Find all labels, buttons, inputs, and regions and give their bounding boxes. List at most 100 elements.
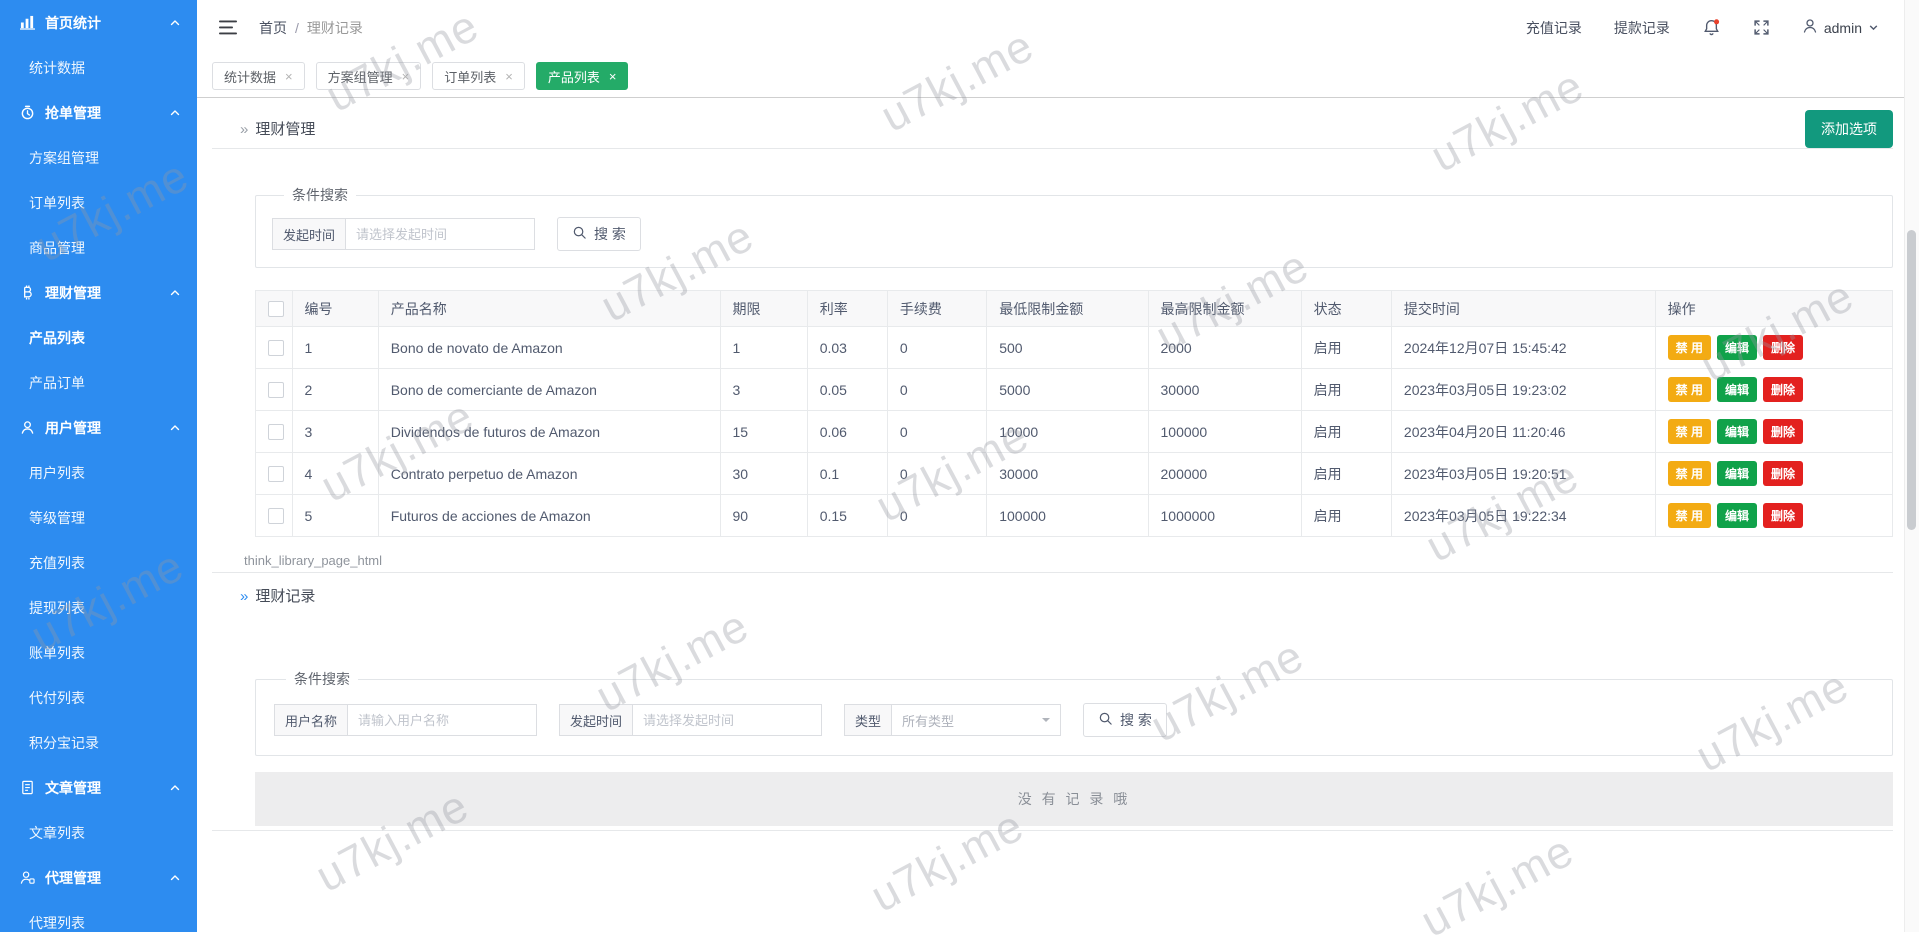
user-name-input[interactable] xyxy=(348,704,537,736)
sidebar-group-finance[interactable]: 理财管理 xyxy=(0,270,197,315)
column-header: 产品名称 xyxy=(378,291,720,327)
sidebar-group-label: 抢单管理 xyxy=(45,103,101,123)
username: admin xyxy=(1824,20,1862,36)
sidebar-item[interactable]: 充值列表 xyxy=(0,540,197,585)
delete-button[interactable]: 删除 xyxy=(1763,335,1803,360)
row-select-cell xyxy=(256,495,293,537)
disable-button[interactable]: 禁 用 xyxy=(1668,377,1711,402)
start-time-input[interactable] xyxy=(633,704,822,736)
column-header: 操作 xyxy=(1655,291,1892,327)
start-time-field: 发起时间 xyxy=(559,704,822,736)
search-button[interactable]: 搜 索 xyxy=(557,217,641,251)
disable-button[interactable]: 禁 用 xyxy=(1668,335,1711,360)
tab-label: 方案组管理 xyxy=(328,67,393,86)
close-icon[interactable]: × xyxy=(285,69,293,84)
sidebar-item[interactable]: 文章列表 xyxy=(0,810,197,855)
double-chevron-icon: » xyxy=(240,588,248,605)
main-area: 首页/理财记录 充值记录 提款记录 admin 统计数据×方案组管理×订单列表×… xyxy=(197,0,1919,932)
disable-button[interactable]: 禁 用 xyxy=(1668,419,1711,444)
vertical-scrollbar[interactable] xyxy=(1904,0,1919,932)
cell-actions: 禁 用编辑删除 xyxy=(1655,411,1892,453)
table-row: 1Bono de novato de Amazon10.0305002000启用… xyxy=(256,327,1893,369)
edit-button[interactable]: 编辑 xyxy=(1717,377,1757,402)
divider xyxy=(212,830,1893,831)
cell-min-amount: 100000 xyxy=(987,495,1148,537)
sidebar-group-agents[interactable]: 代理管理 xyxy=(0,855,197,900)
sidebar-item[interactable]: 方案组管理 xyxy=(0,135,197,180)
fullscreen-icon[interactable] xyxy=(1753,19,1770,36)
row-checkbox[interactable] xyxy=(268,340,284,356)
delete-button[interactable]: 删除 xyxy=(1763,503,1803,528)
tab-products[interactable]: 产品列表 × xyxy=(536,62,629,90)
search-button[interactable]: 搜 索 xyxy=(1083,703,1167,737)
cell-actions: 禁 用编辑删除 xyxy=(1655,369,1892,411)
type-select[interactable]: 所有类型 xyxy=(892,704,1061,736)
chevron-up-icon xyxy=(169,422,181,434)
edit-button[interactable]: 编辑 xyxy=(1717,335,1757,360)
edit-button[interactable]: 编辑 xyxy=(1717,461,1757,486)
row-checkbox[interactable] xyxy=(268,382,284,398)
tab-stats[interactable]: 统计数据× xyxy=(212,62,305,90)
cell-fee: 0 xyxy=(887,327,986,369)
column-header: 期限 xyxy=(720,291,807,327)
disable-button[interactable]: 禁 用 xyxy=(1668,503,1711,528)
table-row: 3Dividendos de futuros de Amazon150.0601… xyxy=(256,411,1893,453)
cell-max-amount: 30000 xyxy=(1148,369,1301,411)
sidebar-item[interactable]: 统计数据 xyxy=(0,45,197,90)
withdraw-records-link[interactable]: 提款记录 xyxy=(1614,18,1670,38)
tab-plan-groups[interactable]: 方案组管理 × xyxy=(316,62,422,90)
search-legend: 条件搜索 xyxy=(286,669,358,689)
edit-button[interactable]: 编辑 xyxy=(1717,503,1757,528)
breadcrumb-current: 理财记录 xyxy=(307,20,363,36)
sidebar-item[interactable]: 提现列表 xyxy=(0,585,197,630)
hamburger-menu-icon[interactable] xyxy=(219,20,237,35)
bell-icon[interactable] xyxy=(1702,18,1721,37)
close-icon[interactable]: × xyxy=(609,69,617,84)
row-checkbox[interactable] xyxy=(268,466,284,482)
sidebar-item[interactable]: 商品管理 xyxy=(0,225,197,270)
edit-button[interactable]: 编辑 xyxy=(1717,419,1757,444)
sidebar-group-order-grab[interactable]: 抢单管理 xyxy=(0,90,197,135)
sidebar-item[interactable]: 产品列表 xyxy=(0,315,197,360)
records-section: »理财记录 条件搜索 用户名称 发起时间 类型 所有类型 xyxy=(240,585,1893,831)
close-icon[interactable]: × xyxy=(505,69,513,84)
start-time-input[interactable] xyxy=(346,218,535,250)
user-menu[interactable]: admin xyxy=(1802,18,1879,37)
close-icon[interactable]: × xyxy=(402,69,410,84)
cell-id: 1 xyxy=(292,327,378,369)
cell-term: 90 xyxy=(720,495,807,537)
sidebar-item[interactable]: 订单列表 xyxy=(0,180,197,225)
row-checkbox[interactable] xyxy=(268,424,284,440)
search-icon xyxy=(572,225,587,243)
sidebar-group-articles[interactable]: 文章管理 xyxy=(0,765,197,810)
cell-submit-time: 2023年04月20日 11:20:46 xyxy=(1391,411,1655,453)
type-select-value: 所有类型 xyxy=(902,711,954,730)
sidebar-group-label: 用户管理 xyxy=(45,418,101,438)
sidebar-item[interactable]: 账单列表 xyxy=(0,630,197,675)
cell-rate: 0.06 xyxy=(807,411,887,453)
sidebar-item[interactable]: 用户列表 xyxy=(0,450,197,495)
select-all-cell xyxy=(256,291,293,327)
sidebar-item[interactable]: 等级管理 xyxy=(0,495,197,540)
breadcrumb-home[interactable]: 首页 xyxy=(259,20,287,36)
tab-label: 产品列表 xyxy=(548,67,600,86)
delete-button[interactable]: 删除 xyxy=(1763,461,1803,486)
add-option-button[interactable]: 添加选项 xyxy=(1805,110,1893,148)
sidebar-group-users[interactable]: 用户管理 xyxy=(0,405,197,450)
sidebar-item[interactable]: 代付列表 xyxy=(0,675,197,720)
cell-max-amount: 100000 xyxy=(1148,411,1301,453)
chevron-down-icon xyxy=(1042,718,1050,726)
sidebar-item[interactable]: 积分宝记录 xyxy=(0,720,197,765)
recharge-records-link[interactable]: 充值记录 xyxy=(1526,18,1582,38)
disable-button[interactable]: 禁 用 xyxy=(1668,461,1711,486)
sidebar-group-home-stats[interactable]: 首页统计 xyxy=(0,0,197,45)
scrollbar-thumb[interactable] xyxy=(1907,230,1916,530)
delete-button[interactable]: 删除 xyxy=(1763,419,1803,444)
cell-fee: 0 xyxy=(887,453,986,495)
row-checkbox[interactable] xyxy=(268,508,284,524)
tab-orders[interactable]: 订单列表× xyxy=(432,62,525,90)
sidebar-item[interactable]: 产品订单 xyxy=(0,360,197,405)
sidebar-item[interactable]: 代理列表 xyxy=(0,900,197,932)
select-all-checkbox[interactable] xyxy=(268,301,284,317)
delete-button[interactable]: 删除 xyxy=(1763,377,1803,402)
